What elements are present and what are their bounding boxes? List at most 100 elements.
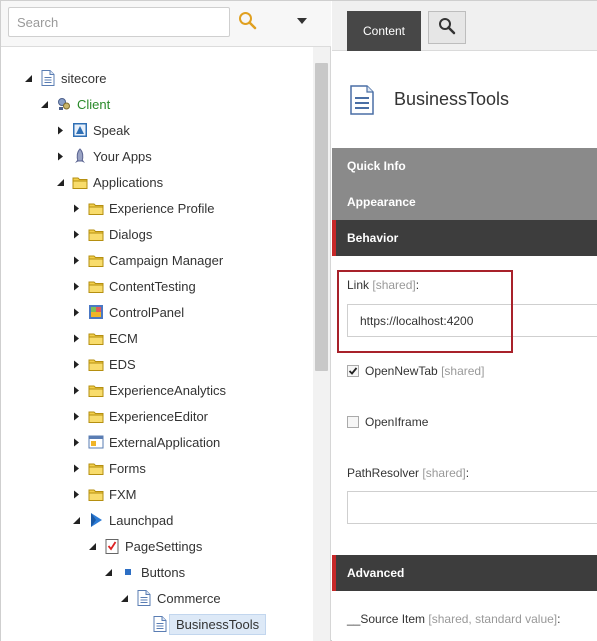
tree-node-launchpad[interactable]: Launchpad bbox=[71, 509, 173, 531]
folder-icon bbox=[88, 356, 104, 372]
tree-node-label: FXM bbox=[109, 486, 137, 502]
tree-node-commerce[interactable]: Commerce bbox=[119, 587, 221, 609]
tree-node-fxm[interactable]: FXM bbox=[71, 483, 136, 505]
collapsed-arrow-icon[interactable] bbox=[71, 489, 81, 499]
tree-node-ecm[interactable]: ECM bbox=[71, 327, 138, 349]
tree-node-buttons[interactable]: Buttons bbox=[103, 561, 185, 583]
collapsed-arrow-icon[interactable] bbox=[71, 333, 81, 343]
tree-scrollbar-thumb[interactable] bbox=[315, 63, 328, 371]
section-appearance[interactable]: Appearance bbox=[332, 184, 597, 220]
open-new-tab-text: OpenNewTab bbox=[365, 364, 438, 378]
collapsed-arrow-icon[interactable] bbox=[55, 125, 65, 135]
tree-node-pagesettings[interactable]: PageSettings bbox=[87, 535, 202, 557]
collapsed-arrow-icon[interactable] bbox=[55, 151, 65, 161]
folder-icon bbox=[88, 252, 104, 268]
section-behavior-label: Behavior bbox=[347, 231, 399, 245]
path-resolver-label-text: PathResolver bbox=[347, 466, 420, 480]
path-resolver-field-label: PathResolver [shared]: bbox=[347, 466, 469, 480]
collapsed-arrow-icon[interactable] bbox=[71, 229, 81, 239]
tree-node-label: Your Apps bbox=[93, 148, 152, 164]
section-advanced[interactable]: Advanced bbox=[332, 555, 597, 591]
open-iframe-checkbox[interactable] bbox=[347, 416, 359, 428]
tree-node-label: ControlPanel bbox=[109, 304, 185, 320]
window-icon bbox=[88, 434, 104, 450]
folder-icon bbox=[88, 330, 104, 346]
path-resolver-field-input[interactable] bbox=[347, 491, 597, 524]
tree-node-label: ContentTesting bbox=[109, 278, 196, 294]
expanded-arrow-icon[interactable] bbox=[119, 593, 129, 603]
collapsed-arrow-icon[interactable] bbox=[71, 359, 81, 369]
expanded-arrow-icon[interactable] bbox=[23, 73, 33, 83]
client-icon bbox=[56, 96, 72, 112]
tree-node-label: Dialogs bbox=[109, 226, 153, 242]
tree-node-label: Applications bbox=[93, 174, 164, 190]
search-icon bbox=[438, 17, 456, 38]
collapsed-arrow-icon[interactable] bbox=[71, 203, 81, 213]
section-advanced-label: Advanced bbox=[347, 566, 405, 580]
link-label-suffix: : bbox=[415, 278, 420, 292]
folder-icon bbox=[72, 174, 88, 190]
tree-node-label: Forms bbox=[109, 460, 146, 476]
tree-search-input[interactable] bbox=[8, 7, 230, 37]
tree-node-label: ExperienceEditor bbox=[109, 408, 208, 424]
expanded-arrow-icon[interactable] bbox=[71, 515, 81, 525]
tab-search[interactable] bbox=[428, 11, 466, 44]
section-quick-info[interactable]: Quick Info bbox=[332, 148, 597, 184]
tree-node-label: Campaign Manager bbox=[109, 252, 224, 268]
tree-node-applications[interactable]: Applications bbox=[55, 171, 163, 193]
content-editor-pane: Content BusinessTools Quick Info Appeara… bbox=[332, 1, 597, 641]
tree-node-experienceeditor[interactable]: ExperienceEditor bbox=[71, 405, 208, 427]
collapsed-arrow-icon[interactable] bbox=[71, 307, 81, 317]
collapsed-arrow-icon[interactable] bbox=[71, 385, 81, 395]
open-new-tab-label: OpenNewTab [shared] bbox=[365, 364, 484, 378]
tree-node-forms[interactable]: Forms bbox=[71, 457, 146, 479]
expanded-arrow-icon[interactable] bbox=[87, 541, 97, 551]
folder-icon bbox=[88, 226, 104, 242]
collapsed-arrow-icon[interactable] bbox=[71, 411, 81, 421]
editor-toolbar: Content bbox=[332, 1, 597, 51]
tab-content[interactable]: Content bbox=[347, 11, 421, 51]
page-icon bbox=[136, 590, 152, 606]
tree-node-externalapplication[interactable]: ExternalApplication bbox=[71, 431, 220, 453]
tree-node-sitecore[interactable]: sitecore bbox=[23, 67, 107, 89]
tree-node-eds[interactable]: EDS bbox=[71, 353, 136, 375]
link-label-meta: [shared] bbox=[372, 278, 416, 292]
folder-icon bbox=[88, 460, 104, 476]
tree-node-label: Speak bbox=[93, 122, 130, 138]
collapsed-arrow-icon[interactable] bbox=[71, 463, 81, 473]
tree-node-campaign-manager[interactable]: Campaign Manager bbox=[71, 249, 223, 271]
expanded-arrow-icon[interactable] bbox=[103, 567, 113, 577]
tree-node-businesstools[interactable]: BusinessTools bbox=[135, 613, 267, 635]
source-item-field-label: __Source Item [shared, standard value]: bbox=[347, 612, 560, 626]
expanded-arrow-icon[interactable] bbox=[39, 99, 49, 109]
collapsed-arrow-icon[interactable] bbox=[71, 255, 81, 265]
tree-node-dialogs[interactable]: Dialogs bbox=[71, 223, 152, 245]
open-new-tab-checkbox[interactable] bbox=[347, 365, 359, 377]
expanded-arrow-icon[interactable] bbox=[55, 177, 65, 187]
tree-node-label: Client bbox=[77, 96, 111, 112]
folder-icon bbox=[88, 200, 104, 216]
section-behavior[interactable]: Behavior bbox=[332, 220, 597, 256]
page-icon bbox=[40, 70, 56, 86]
path-resolver-label-meta: [shared] bbox=[422, 466, 466, 480]
tree-node-controlpanel[interactable]: ControlPanel bbox=[71, 301, 184, 323]
link-label-text: Link bbox=[347, 278, 370, 292]
content-tree-pane: sitecore Client Speak Your Apps Applications… bbox=[1, 1, 331, 641]
tree-node-contenttesting[interactable]: ContentTesting bbox=[71, 275, 196, 297]
tree-node-experienceanalytics[interactable]: ExperienceAnalytics bbox=[71, 379, 226, 401]
collapsed-arrow-icon[interactable] bbox=[71, 437, 81, 447]
folder-icon bbox=[88, 408, 104, 424]
page-icon bbox=[152, 616, 168, 632]
search-icon[interactable] bbox=[237, 9, 261, 35]
folder-icon bbox=[88, 382, 104, 398]
tree-node-your-apps[interactable]: Your Apps bbox=[55, 145, 152, 167]
tree-node-speak[interactable]: Speak bbox=[55, 119, 130, 141]
item-title: BusinessTools bbox=[394, 89, 510, 109]
tree-node-label: Commerce bbox=[157, 590, 221, 606]
tree-node-experience-profile[interactable]: Experience Profile bbox=[71, 197, 215, 219]
collapsed-arrow-icon[interactable] bbox=[71, 281, 81, 291]
tree-node-client[interactable]: Client bbox=[39, 93, 110, 115]
tree-node-label: ECM bbox=[109, 330, 138, 346]
link-field-input[interactable] bbox=[347, 304, 597, 337]
search-options-chevron-down-icon[interactable] bbox=[295, 15, 309, 27]
